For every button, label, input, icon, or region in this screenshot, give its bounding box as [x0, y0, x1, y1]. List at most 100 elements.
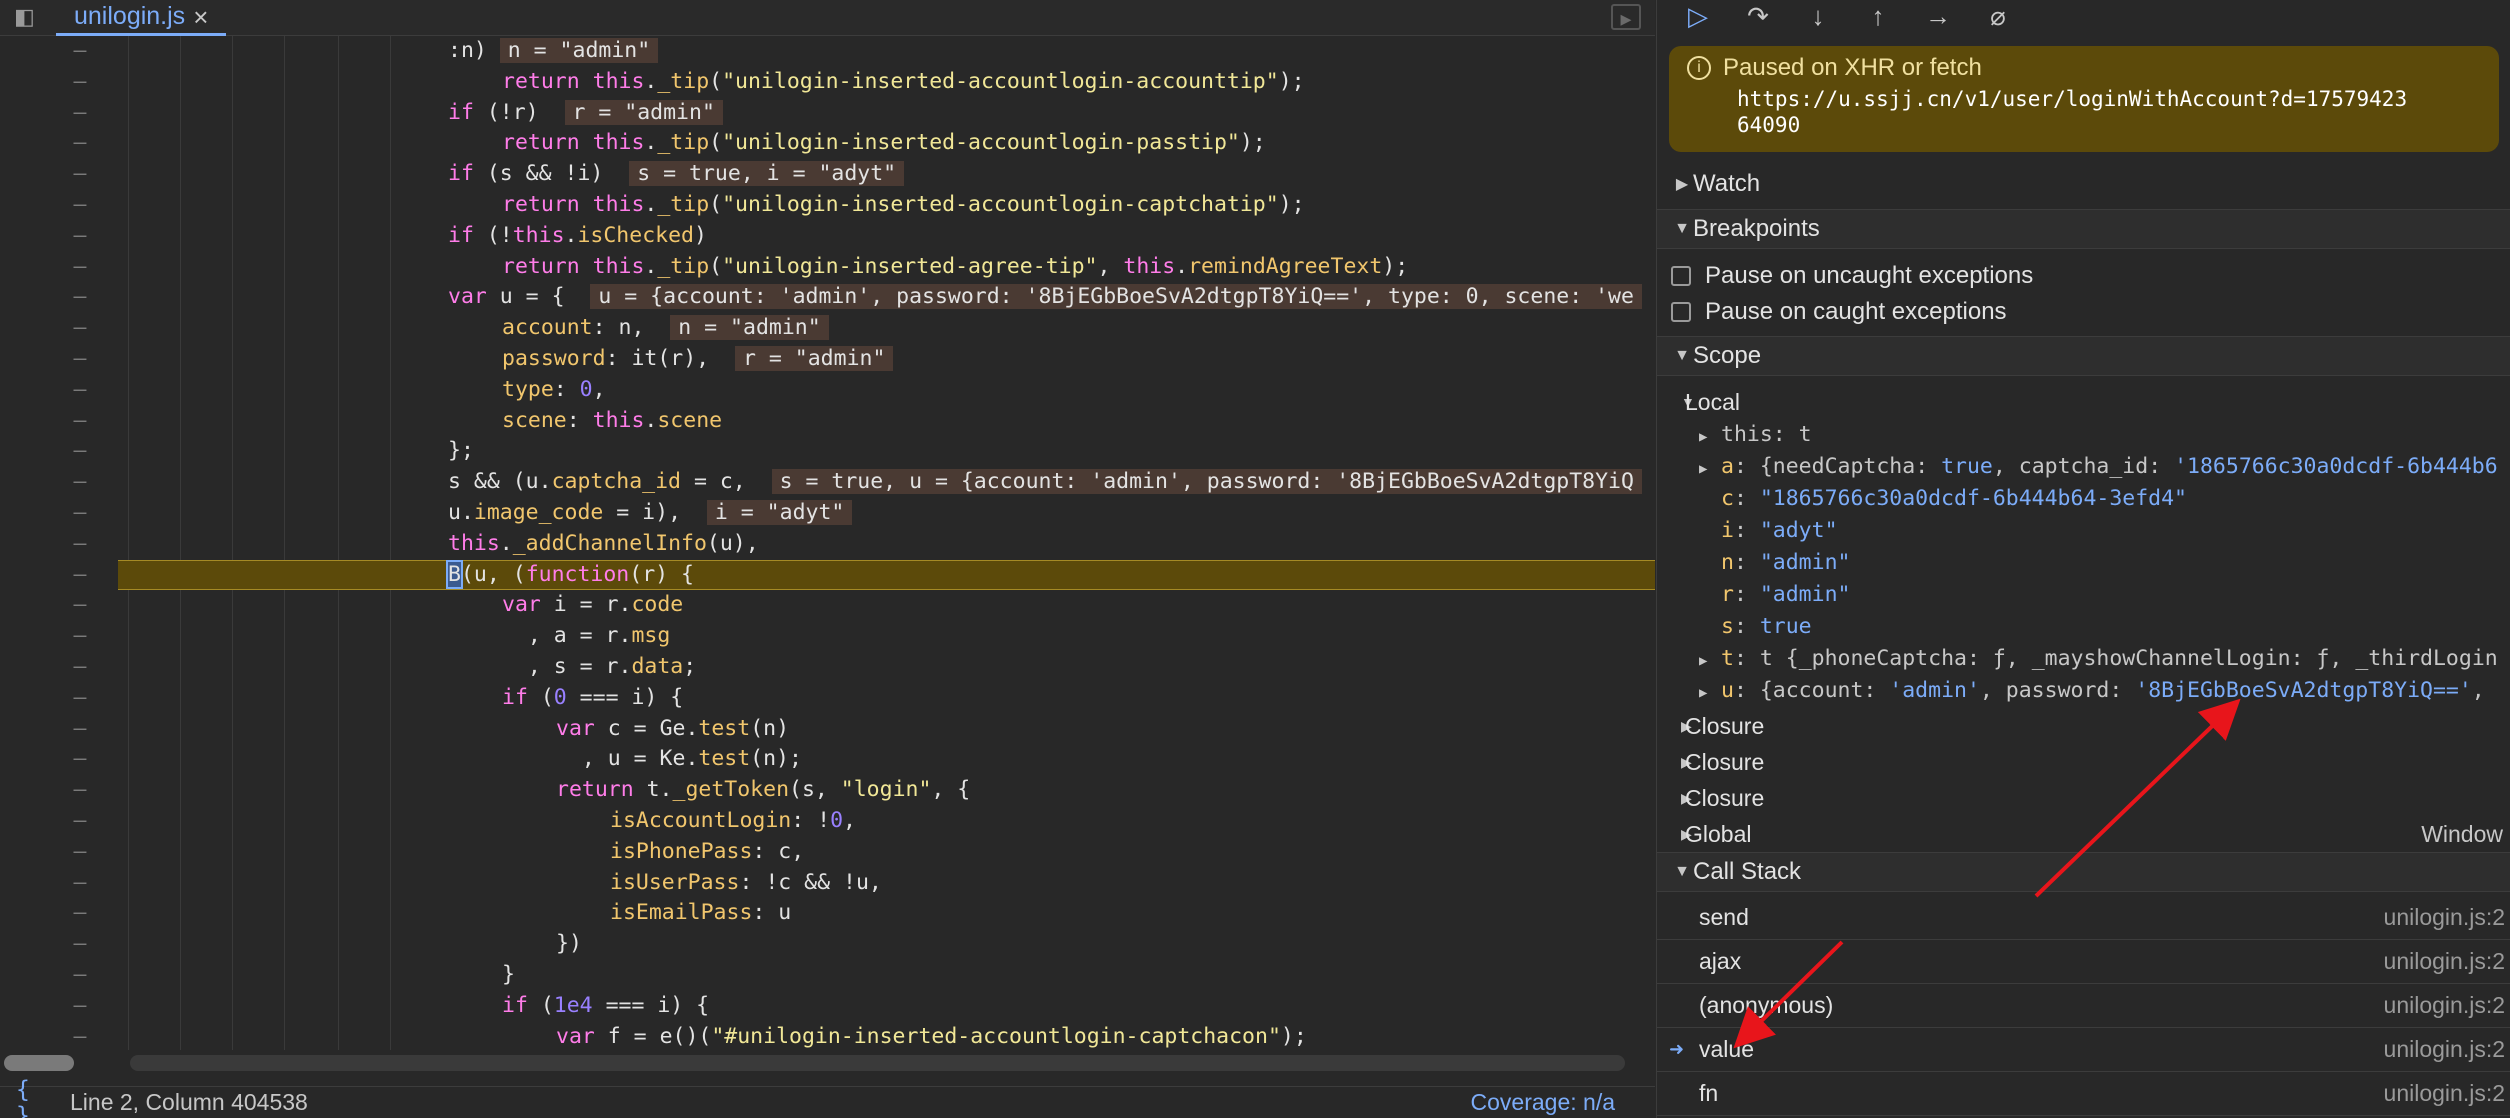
code-line[interactable]: – var f = e()("#unilogin-inserted-account…	[0, 1022, 1655, 1050]
line-gutter-marker[interactable]: –	[0, 436, 120, 467]
line-gutter-marker[interactable]: –	[0, 36, 120, 67]
line-gutter-marker[interactable]: –	[0, 960, 120, 991]
code-line[interactable]: – u.image_code = i), i = "adyt"	[0, 498, 1655, 529]
code-line[interactable]: – this._addChannelInfo(u),	[0, 529, 1655, 560]
line-gutter-marker[interactable]: –	[0, 221, 120, 252]
step-out-icon[interactable]: ↑	[1855, 3, 1901, 33]
code-line[interactable]: – scene: this.scene	[0, 406, 1655, 437]
scope-variable-i[interactable]: i: "adyt"	[1657, 515, 2510, 547]
code-line[interactable]: –};	[0, 436, 1655, 467]
checkbox-icon[interactable]	[1671, 266, 1691, 286]
line-gutter-marker[interactable]: –	[0, 128, 120, 159]
code-line[interactable]: – , a = r.msg	[0, 621, 1655, 652]
code-line[interactable]: – var c = Ge.test(n)	[0, 714, 1655, 745]
section-breakpoints[interactable]: ▼ Breakpoints	[1657, 209, 2510, 249]
frame-location[interactable]: unilogin.js:2	[2384, 948, 2505, 975]
line-gutter-marker[interactable]: –	[0, 406, 120, 437]
line-gutter-marker[interactable]: –	[0, 991, 120, 1022]
code-line-execution[interactable]: – B(u, (function(r) {	[0, 559, 1655, 591]
scope-variable-n[interactable]: n: "admin"	[1657, 547, 2510, 579]
scope-variable-c[interactable]: c: "1865766c30a0dcdf-6b444b64-3efd4"	[1657, 483, 2510, 515]
scope-closure[interactable]: ▶ Closure	[1657, 708, 2510, 744]
pause-caught-checkbox[interactable]: Pause on caught exceptions	[1671, 294, 2510, 330]
scope-local[interactable]: ▼ Local	[1657, 384, 2510, 420]
line-gutter-marker[interactable]: –	[0, 683, 120, 714]
scope-closure[interactable]: ▶ Closure	[1657, 780, 2510, 816]
line-gutter-marker[interactable]: –	[0, 98, 120, 129]
frame-location[interactable]: unilogin.js:2	[2384, 992, 2505, 1019]
line-gutter-marker[interactable]: –	[0, 621, 120, 652]
line-gutter-marker[interactable]: –	[0, 744, 120, 775]
scope-variable-r[interactable]: r: "admin"	[1657, 579, 2510, 611]
code-line[interactable]: – return t._getToken(s, "login", {	[0, 775, 1655, 806]
code-line[interactable]: – account: n, n = "admin"	[0, 313, 1655, 344]
code-editor[interactable]: –:n) n = "admin" – return this._tip("unilo…	[0, 36, 1655, 1050]
toggle-debugger-icon[interactable]: ▸	[1611, 4, 1641, 31]
code-line[interactable]: – return this._tip("unilogin-inserted-acc…	[0, 67, 1655, 98]
code-line[interactable]: – , s = r.data;	[0, 652, 1655, 683]
scrollbar-thumb[interactable]	[4, 1055, 74, 1071]
line-gutter-marker[interactable]: –	[0, 898, 120, 929]
scope-variable-u[interactable]: ▶ u: {account: 'admin', password: '8BjEGb…	[1657, 675, 2510, 707]
code-line[interactable]: – s && (u.captcha_id = c, s = true, u = {…	[0, 467, 1655, 498]
line-gutter-marker[interactable]: –	[0, 498, 120, 529]
line-gutter-marker[interactable]: –	[0, 652, 120, 683]
line-gutter-marker[interactable]: –	[0, 467, 120, 498]
code-line[interactable]: – var i = r.code	[0, 590, 1655, 621]
section-watch[interactable]: ▶ Watch	[1657, 164, 2510, 204]
code-line[interactable]: – return this._tip("unilogin-inserted-acc…	[0, 190, 1655, 221]
code-line[interactable]: – if (!r) r = "admin"	[0, 98, 1655, 129]
line-gutter-marker[interactable]: –	[0, 282, 120, 313]
code-line[interactable]: – type: 0,	[0, 375, 1655, 406]
horizontal-scrollbar[interactable]	[0, 1050, 1655, 1076]
scope-closure[interactable]: ▶ Closure	[1657, 744, 2510, 780]
line-gutter-marker[interactable]: –	[0, 313, 120, 344]
code-line[interactable]: – return this._tip("unilogin-inserted-acc…	[0, 128, 1655, 159]
chevron-right-icon[interactable]: ▶	[1699, 677, 1721, 709]
checkbox-icon[interactable]	[1671, 302, 1691, 322]
code-line[interactable]: – if (s && !i) s = true, i = "adyt"	[0, 159, 1655, 190]
chevron-right-icon[interactable]: ▶	[1699, 645, 1721, 677]
line-gutter-marker[interactable]: –	[0, 806, 120, 837]
chevron-right-icon[interactable]: ▶	[1699, 421, 1721, 453]
line-gutter-marker[interactable]: –	[0, 529, 120, 560]
code-line[interactable]: – return this._tip("unilogin-inserted-agr…	[0, 252, 1655, 283]
deactivate-breakpoints-icon[interactable]: ⌀	[1975, 3, 2021, 33]
coverage-link[interactable]: Coverage: n/a	[1471, 1089, 1615, 1116]
chevron-right-icon[interactable]: ▶	[1699, 453, 1721, 485]
call-frame[interactable]: send unilogin.js:2	[1657, 896, 2510, 940]
code-line[interactable]: –})	[0, 929, 1655, 960]
toggle-navigator-icon[interactable]: ◧	[14, 4, 44, 30]
frame-location[interactable]: unilogin.js:2	[2384, 1080, 2505, 1107]
step-into-icon[interactable]: ↓	[1795, 3, 1841, 33]
scope-variable-a[interactable]: ▶ a: {needCaptcha: true, captcha_id: '186…	[1657, 451, 2510, 483]
code-line[interactable]: – password: it(r), r = "admin"	[0, 344, 1655, 375]
code-line[interactable]: – if (0 === i) {	[0, 683, 1655, 714]
code-line[interactable]: – isUserPass: !c && !u,	[0, 868, 1655, 899]
line-gutter-marker[interactable]: –	[0, 560, 120, 591]
pretty-print-icon[interactable]: { }	[16, 1077, 56, 1118]
line-gutter-marker[interactable]: –	[0, 1022, 120, 1050]
line-gutter-marker[interactable]: –	[0, 252, 120, 283]
file-tab-unilogin[interactable]: unilogin.js ×	[56, 0, 227, 36]
step-over-icon[interactable]: ↷	[1735, 3, 1781, 33]
pause-uncaught-checkbox[interactable]: Pause on uncaught exceptions	[1671, 258, 2510, 294]
step-icon[interactable]: →	[1915, 3, 1961, 33]
scope-variable-this[interactable]: ▶ this: t	[1657, 419, 2510, 451]
line-gutter-marker[interactable]: –	[0, 344, 120, 375]
section-call-stack[interactable]: ▼ Call Stack	[1657, 852, 2510, 892]
line-gutter-marker[interactable]: –	[0, 190, 120, 221]
line-gutter-marker[interactable]: –	[0, 837, 120, 868]
code-line[interactable]: – isAccountLogin: !0,	[0, 806, 1655, 837]
line-gutter-marker[interactable]: –	[0, 67, 120, 98]
code-line[interactable]: – var u = { u = {account: 'admin', passwo…	[0, 282, 1655, 313]
resume-icon[interactable]: ▷	[1675, 3, 1721, 33]
frame-location[interactable]: unilogin.js:2	[2384, 904, 2505, 931]
code-line[interactable]: – if (!this.isChecked)	[0, 221, 1655, 252]
call-frame[interactable]: ajax unilogin.js:2	[1657, 940, 2510, 984]
code-line[interactable]: –}	[0, 960, 1655, 991]
close-tab-icon[interactable]: ×	[193, 4, 208, 30]
scope-variable-s[interactable]: s: true	[1657, 611, 2510, 643]
call-frame[interactable]: fn unilogin.js:2	[1657, 1072, 2510, 1116]
line-gutter-marker[interactable]: –	[0, 159, 120, 190]
